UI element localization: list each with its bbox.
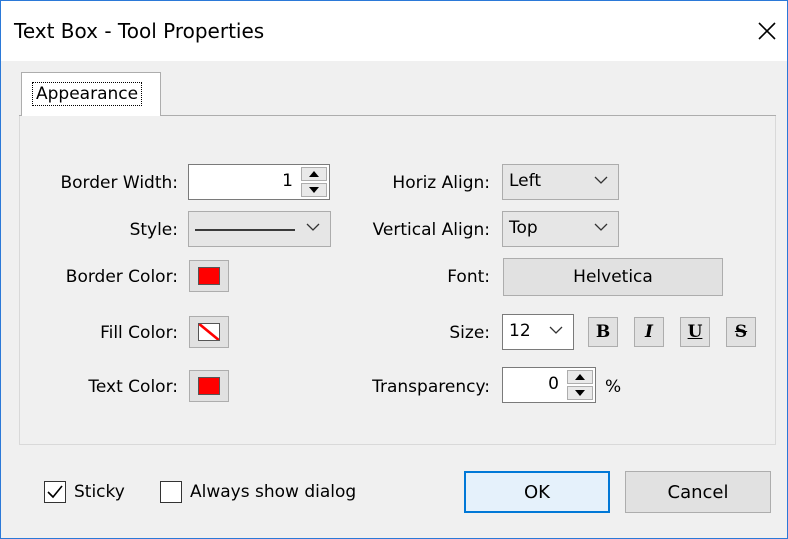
sticky-checkbox[interactable] [44,481,66,503]
arrow-up-icon [575,374,585,381]
horiz-align-dropdown[interactable]: Left [502,164,619,200]
chevron-down-icon [594,223,608,231]
size-value: 12 [509,321,531,341]
italic-button[interactable]: I [634,317,664,347]
spin-up-button[interactable] [301,167,327,182]
italic-icon: I [645,322,653,342]
horiz-align-label: Horiz Align: [392,173,490,193]
transparency-unit: % [605,377,622,397]
always-show-dialog-label[interactable]: Always show dialog [190,482,356,502]
font-button[interactable]: Helvetica [503,258,723,296]
bold-icon: B [595,322,611,342]
title-bar: Text Box - Tool Properties [1,1,787,61]
border-color-button[interactable] [189,260,229,292]
arrow-down-icon [575,389,585,396]
size-dropdown[interactable]: 12 [502,314,574,350]
chevron-down-icon [594,176,608,184]
style-label: Style: [129,220,178,240]
text-color-button[interactable] [189,370,229,402]
close-icon [758,22,776,40]
close-button[interactable] [747,11,787,51]
strikethrough-icon: S [734,322,748,342]
sticky-label[interactable]: Sticky [74,482,125,502]
arrow-up-icon [309,171,319,178]
underline-icon: U [687,322,703,342]
border-width-value: 1 [282,171,293,191]
transparency-value: 0 [548,374,559,394]
solid-line-icon [195,229,295,231]
window-title: Text Box - Tool Properties [14,19,265,43]
text-color-swatch [198,377,220,395]
border-width-label: Border Width: [60,173,178,193]
fill-color-label: Fill Color: [100,323,178,343]
text-color-label: Text Color: [88,377,178,397]
always-show-dialog-checkbox[interactable] [160,481,182,503]
cancel-button[interactable]: Cancel [625,471,771,513]
size-label: Size: [449,323,490,343]
arrow-down-icon [309,186,319,193]
vertical-align-label: Vertical Align: [372,220,490,240]
line-style-dropdown[interactable] [188,211,331,247]
font-label: Font: [447,267,490,287]
border-width-spin [301,167,327,197]
tool-properties-dialog: Text Box - Tool Properties Appearance Bo… [0,0,788,539]
ok-button[interactable]: OK [464,471,610,513]
checkmark-icon [47,485,63,499]
horiz-align-value: Left [509,171,541,191]
tab-appearance-label: Appearance [32,82,143,106]
border-color-label: Border Color: [65,267,178,287]
spin-down-button[interactable] [567,385,593,400]
spin-down-button[interactable] [301,182,327,197]
vertical-align-value: Top [509,218,538,238]
border-color-swatch [198,267,220,285]
vertical-align-dropdown[interactable]: Top [502,211,619,247]
fill-color-button[interactable] [189,316,229,348]
underline-button[interactable]: U [680,317,710,347]
spin-up-button[interactable] [567,370,593,385]
bold-button[interactable]: B [588,317,618,347]
chevron-down-icon [306,223,320,231]
no-fill-icon [198,323,220,341]
transparency-spin [567,370,593,400]
chevron-down-icon [549,326,563,334]
tab-appearance[interactable]: Appearance [21,72,161,116]
transparency-label: Transparency: [372,377,490,397]
transparency-stepper[interactable]: 0 [502,367,596,403]
strikethrough-button[interactable]: S [726,317,756,347]
border-width-stepper[interactable]: 1 [188,164,330,200]
